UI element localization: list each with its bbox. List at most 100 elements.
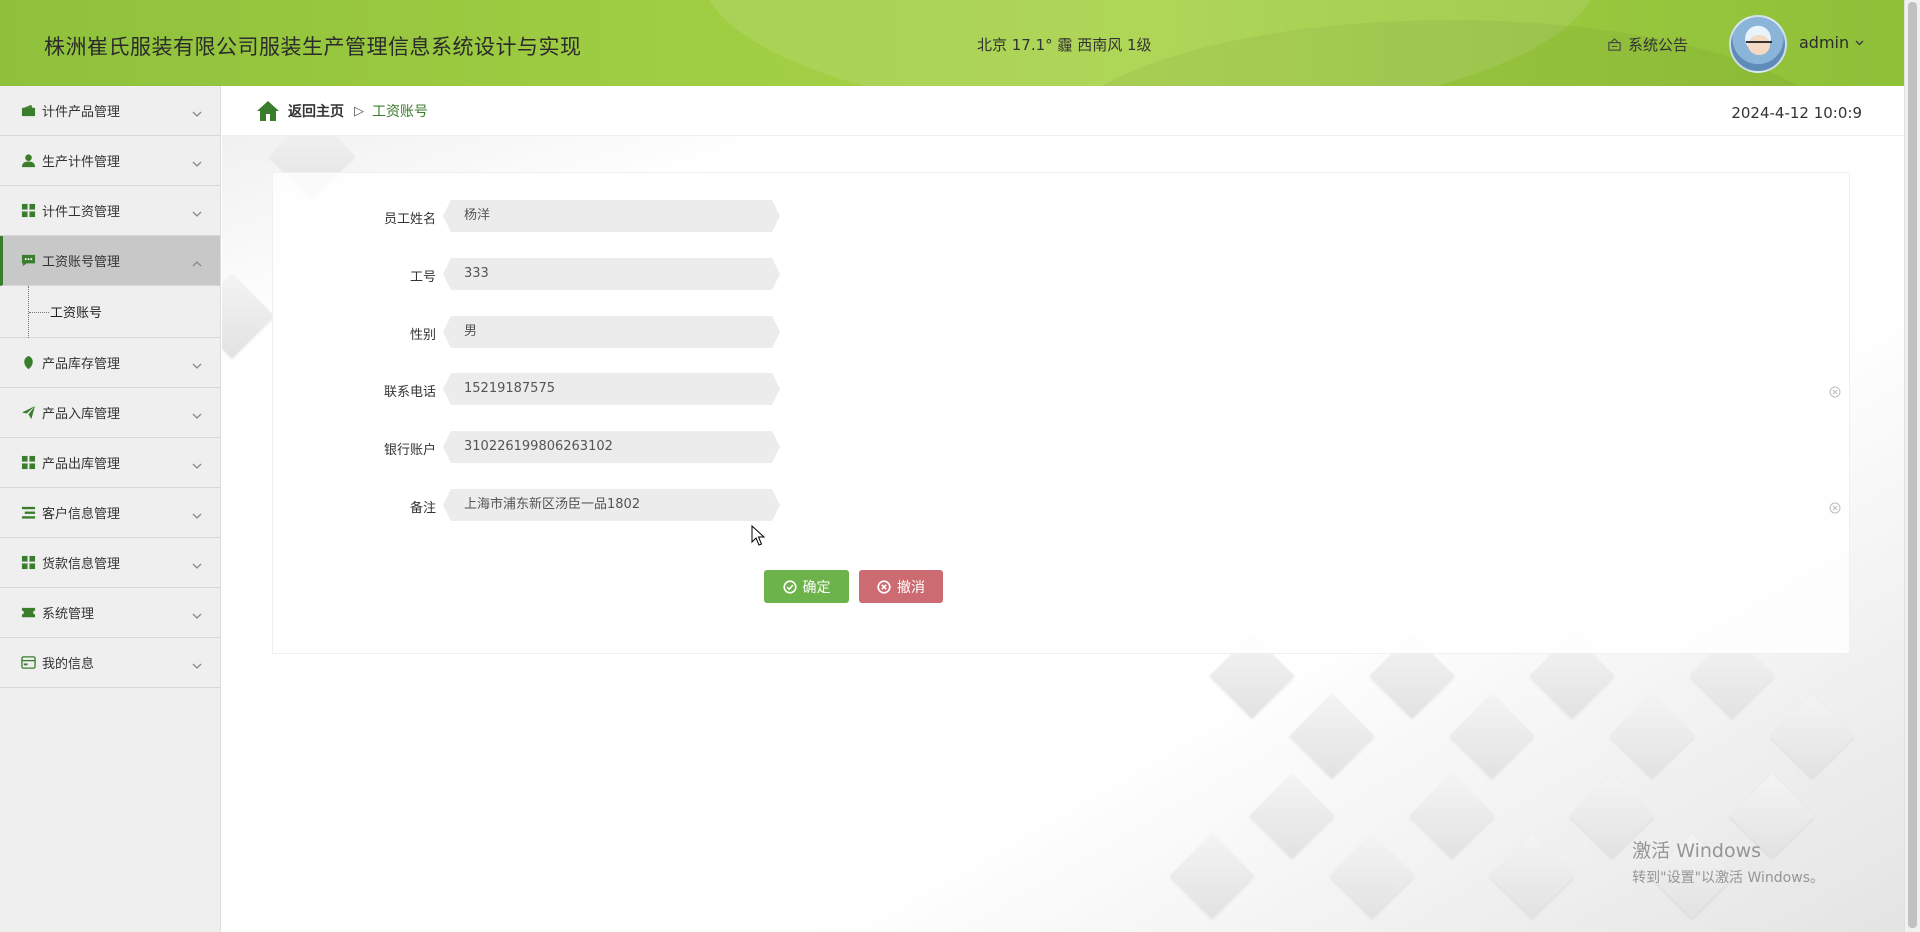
notice-label: 系统公告: [1628, 36, 1689, 54]
chevron-down-icon: [192, 207, 202, 217]
sidebar-item-label: 货款信息管理: [42, 557, 121, 572]
cancel-button[interactable]: 撤消: [859, 570, 943, 603]
grid-icon: [21, 455, 36, 470]
employee-id-field[interactable]: 333: [443, 258, 780, 290]
leaf-icon: [21, 355, 36, 370]
breadcrumb: 返回主页 ▷ 工资账号: [256, 100, 428, 122]
bg-tile: [1289, 693, 1375, 779]
sidebar-item-system[interactable]: 系统管理: [0, 588, 220, 638]
field-label: 银行账户: [383, 443, 436, 458]
top-header: 株洲崔氏服装有限公司服装生产管理信息系统设计与实现 北京 17.1° 霾 西南风…: [0, 0, 1920, 86]
form-row-gender: 性别 男: [273, 316, 1849, 348]
bank-account-field[interactable]: 310226199806263102: [443, 431, 780, 463]
form-row-phone: 联系电话 15219187575: [273, 373, 1849, 405]
list-icon: [21, 505, 36, 520]
sidebar-item-label: 生产计件管理: [42, 155, 121, 170]
user-avatar[interactable]: [1729, 15, 1787, 73]
scrollbar-thumb[interactable]: [1908, 2, 1917, 928]
sidebar-item-piece-wage[interactable]: 计件工资管理: [0, 186, 220, 236]
sidebar-item-label: 我的信息: [42, 657, 95, 672]
chevron-down-icon: [192, 609, 202, 619]
confirm-button[interactable]: 确定: [764, 570, 849, 603]
user-menu-dropdown[interactable]: admin: [1799, 33, 1864, 52]
card-icon: [21, 655, 36, 670]
notice-icon: [1608, 38, 1621, 51]
sidebar-item-customer[interactable]: 客户信息管理: [0, 488, 220, 538]
check-circle-icon: [782, 579, 797, 594]
home-icon[interactable]: [256, 100, 280, 122]
sidebar-item-label: 客户信息管理: [42, 507, 121, 522]
wallet-icon: [21, 103, 36, 118]
chevron-down-icon: [192, 559, 202, 569]
bg-tile: [1249, 773, 1335, 859]
chevron-down-icon: [192, 157, 202, 167]
bg-tile: [222, 273, 275, 359]
sidebar-item-my-info[interactable]: 我的信息: [0, 638, 220, 688]
sidebar-item-label: 计件产品管理: [42, 105, 121, 120]
breadcrumb-current: 工资账号: [372, 104, 428, 120]
sidebar-item-wage-account[interactable]: 工资账号管理: [0, 236, 220, 286]
confirm-label: 确定: [802, 579, 831, 596]
sidebar-nav: 计件产品管理 生产计件管理 计件工资管理 工资账号管理 工资账号 产品库存管理 …: [0, 86, 221, 932]
field-label: 联系电话: [383, 385, 436, 400]
sidebar-item-piece-product[interactable]: 计件产品管理: [0, 86, 220, 136]
chat-icon: [21, 253, 36, 268]
chevron-down-icon: [192, 359, 202, 369]
breadcrumb-bar: 返回主页 ▷ 工资账号 2024-4-12 10:0:9: [222, 86, 1904, 136]
grid-icon: [21, 203, 36, 218]
field-label: 工号: [409, 270, 436, 285]
sidebar-item-stock-in[interactable]: 产品入库管理: [0, 388, 220, 438]
chevron-down-icon: [192, 509, 202, 519]
sidebar-item-label: 计件工资管理: [42, 205, 121, 220]
bg-tile: [1609, 693, 1695, 779]
bg-tile: [1769, 693, 1855, 779]
employee-name-field[interactable]: 杨洋: [443, 200, 780, 232]
app-title: 株洲崔氏服装有限公司服装生产管理信息系统设计与实现: [44, 35, 582, 59]
bg-tile: [1329, 833, 1415, 919]
username-label: admin: [1799, 33, 1850, 52]
sidebar-subitem-wage-account[interactable]: 工资账号: [0, 286, 220, 338]
send-icon: [21, 405, 36, 420]
sidebar-item-production-piece[interactable]: 生产计件管理: [0, 136, 220, 186]
clear-icon[interactable]: [1829, 499, 1841, 514]
weather-info: 北京 17.1° 霾 西南风 1级: [977, 36, 1152, 54]
avatar-glasses: [1746, 41, 1772, 47]
sidebar-item-label: 产品入库管理: [42, 407, 121, 422]
chevron-down-icon: [192, 459, 202, 469]
x-circle-icon: [877, 579, 891, 594]
chevron-down-icon: [192, 107, 202, 117]
datetime-display: 2024-4-12 10:0:9: [1731, 104, 1862, 122]
bg-tile: [1169, 833, 1255, 919]
field-label: 员工姓名: [383, 212, 436, 227]
cancel-label: 撤消: [897, 579, 925, 596]
system-notice-link[interactable]: 系统公告: [1607, 34, 1688, 55]
sidebar-item-payment[interactable]: 货款信息管理: [0, 538, 220, 588]
sidebar-item-stock-out[interactable]: 产品出库管理: [0, 438, 220, 488]
person-icon: [21, 153, 36, 168]
grid-icon: [21, 555, 36, 570]
field-label: 备注: [409, 501, 436, 516]
sidebar-item-inventory[interactable]: 产品库存管理: [0, 338, 220, 388]
page-scrollbar[interactable]: [1904, 0, 1920, 932]
field-label: 性别: [409, 328, 436, 343]
form-row-employee-id: 工号 333: [273, 258, 1849, 290]
form-row-bank-account: 银行账户 310226199806263102: [273, 431, 1849, 463]
gender-field[interactable]: 男: [443, 316, 780, 348]
watermark-line1: 激活 Windows: [1632, 840, 1762, 862]
clear-icon[interactable]: [1829, 383, 1841, 398]
chevron-down-icon: [192, 409, 202, 419]
phone-field[interactable]: 15219187575: [443, 373, 780, 405]
sidebar-subitem-label: 工资账号: [50, 306, 103, 321]
remark-field[interactable]: 上海市浦东新区汤臣一品1802: [443, 489, 780, 521]
tree-connector: [28, 286, 49, 338]
wage-account-form: 员工姓名 杨洋 工号 333 性别 男 联系电话 15219187575 银行账…: [272, 172, 1850, 654]
bg-tile: [1409, 773, 1495, 859]
breadcrumb-home-link[interactable]: 返回主页: [288, 101, 344, 121]
sidebar-item-label: 产品库存管理: [42, 357, 121, 372]
bg-tile: [1449, 693, 1535, 779]
form-row-remark: 备注 上海市浦东新区汤臣一品1802: [273, 489, 1849, 521]
chevron-up-icon: [192, 257, 202, 267]
breadcrumb-separator: ▷: [354, 103, 364, 119]
watermark-line2: 转到"设置"以激活 Windows。: [1632, 870, 1824, 886]
sidebar-item-label: 工资账号管理: [42, 255, 121, 270]
